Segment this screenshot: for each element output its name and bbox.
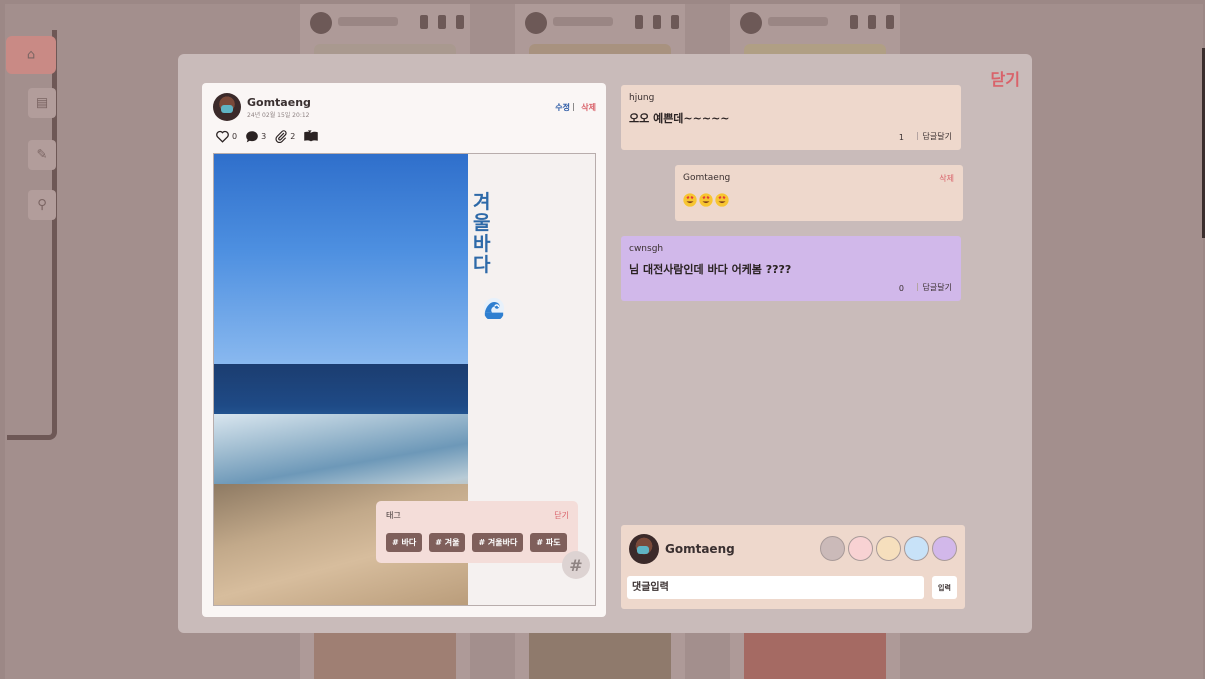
like-button[interactable]: 0 — [215, 130, 237, 143]
tag-chip[interactable]: # 겨울 — [429, 533, 466, 552]
tag-popup-title: 태그 — [386, 511, 401, 520]
attachment-button[interactable]: 2 — [274, 129, 295, 143]
post-header: Gomtaeng 24년 02월 15일 20:12 수정 | 삭제 — [213, 93, 596, 123]
comment-author[interactable]: hjung — [629, 93, 654, 103]
paperclip-icon — [275, 130, 287, 143]
title-char: 겨 — [473, 191, 491, 213]
current-user-name: Gomtaeng — [665, 542, 735, 556]
reply-count: 0 — [898, 284, 904, 293]
attachment-count: 2 — [290, 131, 296, 141]
color-swatch[interactable] — [848, 536, 873, 561]
comment-count: 3 — [261, 131, 267, 141]
comment-author[interactable]: cwnsgh — [629, 244, 663, 254]
color-swatch[interactable] — [904, 536, 929, 561]
reply-item: Gomtaeng 삭제 — [675, 165, 963, 221]
comment-author[interactable]: Gomtaeng — [683, 173, 730, 183]
tag-list: # 바다 # 겨울 # 겨울바다 # 파도 — [386, 533, 567, 552]
post-delete-button[interactable]: 삭제 — [581, 102, 596, 113]
modal-close-button[interactable]: 닫기 — [991, 66, 1020, 90]
tag-chip[interactable]: # 겨울바다 — [472, 533, 524, 552]
wave-icon — [483, 297, 505, 319]
comment-text: 님 대전사람인데 바다 어케봄 ???? — [629, 263, 792, 276]
open-book-icon — [304, 129, 319, 141]
current-user-avatar — [629, 534, 659, 564]
heart-eyes-emoji — [683, 193, 697, 207]
heart-icon — [216, 130, 229, 143]
post-detail-modal: 닫기 Gomtaeng 24년 02월 15일 20:12 수정 | 삭제 0 … — [178, 54, 1032, 633]
background-nav-button: ⚲ — [28, 190, 56, 220]
title-char: 다 — [473, 254, 491, 276]
comment-color-picker — [820, 536, 957, 561]
title-char: 바 — [473, 233, 491, 255]
post-author[interactable]: Gomtaeng — [247, 96, 311, 109]
comment-input[interactable] — [627, 576, 924, 599]
reply-button[interactable]: 답글달기 — [916, 131, 952, 142]
color-swatch[interactable] — [820, 536, 845, 561]
author-avatar[interactable] — [213, 93, 241, 121]
heart-eyes-emoji — [699, 193, 713, 207]
post-date: 24년 02월 15일 20:12 — [247, 112, 310, 119]
reply-button[interactable]: 답글달기 — [916, 282, 952, 293]
bookmark-button[interactable] — [303, 129, 319, 143]
comment-text: 오오 예쁜데~~~~~ — [629, 112, 730, 125]
comment-delete-button[interactable]: 삭제 — [939, 173, 954, 184]
action-separator: | — [572, 102, 575, 111]
tag-toggle-button[interactable]: # — [562, 551, 590, 579]
post-stats: 0 3 2 — [215, 128, 323, 144]
background-nav-button: ▤ — [28, 88, 56, 118]
tag-popup-close-button[interactable]: 닫기 — [554, 510, 569, 521]
post-edit-button[interactable]: 수정 — [555, 102, 570, 113]
color-swatch[interactable] — [876, 536, 901, 561]
tag-chip[interactable]: # 바다 — [386, 533, 423, 552]
comment-count-button[interactable]: 3 — [245, 130, 266, 143]
comment-submit-button[interactable]: 입력 — [932, 576, 957, 599]
heart-eyes-emoji — [715, 193, 729, 207]
comment-text — [683, 193, 729, 207]
like-count: 0 — [232, 131, 238, 141]
reply-count: 1 — [898, 133, 904, 142]
tag-popup: 태그 닫기 # 바다 # 겨울 # 겨울바다 # 파도 — [376, 501, 578, 563]
post-title: 겨 울 바 다 — [473, 192, 493, 276]
background-nav-button: ✎ — [28, 140, 56, 170]
background-home-button: ⌂ — [6, 36, 56, 74]
title-char: 울 — [473, 212, 491, 234]
speech-bubble-icon — [246, 130, 258, 142]
photo-sky — [214, 154, 468, 366]
comment-item: hjung 오오 예쁜데~~~~~ 1 답글달기 — [621, 85, 961, 150]
hash-icon: # — [569, 555, 583, 575]
color-swatch[interactable] — [932, 536, 957, 561]
comment-form: Gomtaeng 입력 — [621, 525, 965, 609]
tag-chip[interactable]: # 파도 — [530, 533, 567, 552]
comment-item: cwnsgh 님 대전사람인데 바다 어케봄 ???? 0 답글달기 — [621, 236, 961, 301]
